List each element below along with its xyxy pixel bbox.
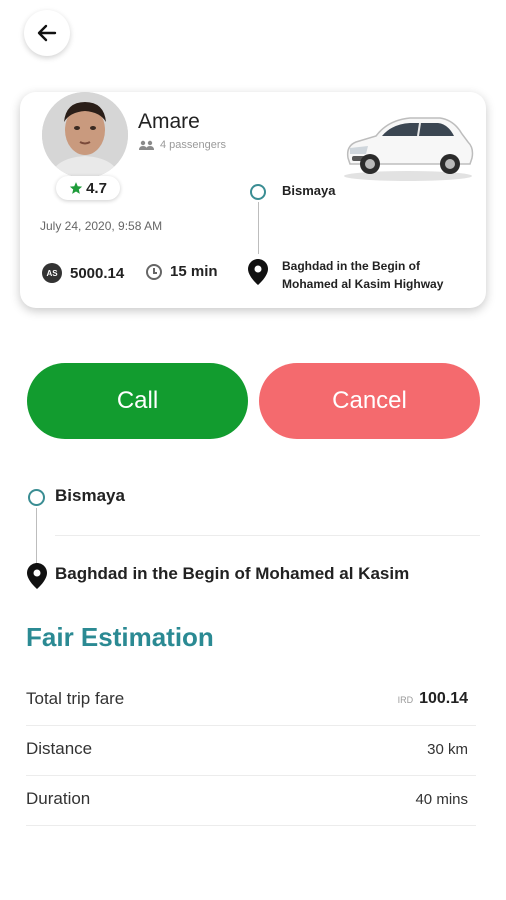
trip-card: 4.7 Amare 4 passengers July 24, 2020, 9:…	[20, 92, 486, 308]
card-dropoff-label: Baghdad in the Begin of Mohamed al Kasim…	[282, 259, 444, 291]
distance-value: 30 km	[427, 740, 468, 758]
fare-row: Total trip fare IRD 100.14	[26, 674, 468, 724]
rating-value: 4.7	[86, 179, 107, 197]
driver-avatar	[42, 92, 128, 178]
driver-name: Amare	[138, 110, 200, 133]
card-pickup-label: Bismaya	[282, 183, 336, 198]
arrow-left-icon	[37, 24, 57, 42]
row-label: Duration	[26, 789, 91, 808]
row-value: IRD 100.14	[398, 690, 468, 708]
eta-value: 15 min	[170, 263, 218, 280]
pickup-label: Bismaya	[55, 486, 125, 505]
coin-icon: AS	[42, 263, 62, 283]
section-title: Fair Estimation	[26, 622, 214, 652]
people-icon	[139, 140, 154, 150]
location-pin-icon	[248, 259, 268, 285]
trip-fare: AS 5000.14	[42, 263, 124, 283]
trip-eta: 15 min	[146, 263, 218, 280]
duration-value: 40 mins	[415, 790, 468, 808]
dropoff-label: Baghdad in the Begin of Mohamed al Kasim	[55, 564, 410, 583]
pickup-circle-icon	[250, 184, 266, 200]
pickup-circle-icon	[28, 489, 45, 506]
passengers-info: 4 passengers	[138, 139, 226, 151]
car-image	[338, 106, 478, 182]
divider	[26, 825, 476, 826]
route-line	[36, 508, 37, 564]
rating-badge: 4.7	[56, 176, 120, 200]
currency-label: IRD	[397, 695, 414, 705]
call-button[interactable]: Call	[27, 363, 248, 439]
trip-datetime: July 24, 2020, 9:58 AM	[40, 219, 163, 233]
back-button[interactable]	[24, 10, 70, 56]
clock-icon	[146, 263, 162, 280]
row-label: Total trip fare	[26, 689, 125, 708]
route-line	[258, 202, 259, 254]
fare-amount: 100.14	[419, 690, 468, 707]
fare-value: 5000.14	[70, 264, 125, 282]
cancel-button[interactable]: Cancel	[259, 363, 480, 439]
location-pin-icon	[27, 563, 47, 589]
divider	[55, 535, 480, 536]
duration-row: Duration 40 mins	[26, 774, 468, 824]
star-icon	[69, 182, 83, 194]
row-label: Distance	[26, 739, 93, 758]
distance-row: Distance 30 km	[26, 724, 468, 774]
passengers-count: 4 passengers	[160, 139, 227, 151]
